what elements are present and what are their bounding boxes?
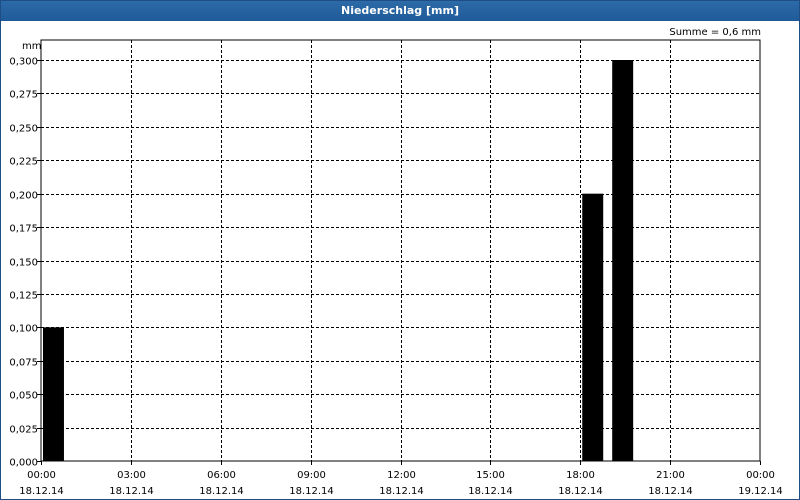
y-tick-label: 0,075 (9, 358, 38, 369)
y-tick-label: 0,150 (9, 258, 38, 269)
x-tick-time-label: 15:00 (476, 470, 505, 481)
x-tick-date-label: 18.12.14 (558, 486, 603, 497)
y-tick-label: 0,275 (9, 90, 38, 101)
x-tick-time-label: 12:00 (387, 470, 416, 481)
precipitation-chart: 0,000 0,025 0,050 0,075 0,100 0,125 0,150 0,175… (9, 39, 783, 497)
x-tick-date-label: 19.12.14 (738, 486, 783, 497)
y-tick-label: 0,300 (9, 57, 38, 68)
x-tick-date-label: 18.12.14 (199, 486, 244, 497)
y-tick-label: 0,025 (9, 425, 38, 436)
y-tick-label: 0,250 (9, 124, 38, 135)
y-tick-label: 0,100 (9, 324, 38, 335)
x-tick-date-label: 18.12.14 (289, 486, 334, 497)
x-tick-time-label: 18:00 (566, 470, 595, 481)
x-tick-date-label: 18.12.14 (379, 486, 424, 497)
y-tick-label: 0,225 (9, 157, 38, 168)
precipitation-bar (43, 327, 64, 461)
x-tick-time-label: 00:00 (746, 470, 775, 481)
y-tick-label: 0,000 (9, 458, 38, 469)
x-tick-time-label: 03:00 (117, 470, 146, 481)
x-tick-date-label: 18.12.14 (109, 486, 154, 497)
x-tick-date-label: 18.12.14 (648, 486, 693, 497)
y-axis-label: mm (22, 41, 41, 52)
precipitation-bar (582, 193, 604, 461)
x-tick-time-label: 09:00 (297, 470, 326, 481)
x-tick-time-label: 00:00 (27, 470, 56, 481)
precipitation-bar (612, 60, 634, 461)
y-tick-label: 0,125 (9, 291, 38, 302)
plot-frame (40, 39, 761, 462)
x-tick-date-label: 18.12.14 (19, 486, 64, 497)
y-tick-label: 0,175 (9, 224, 38, 235)
x-tick-time-label: 06:00 (207, 470, 236, 481)
x-tick-time-label: 21:00 (656, 470, 685, 481)
y-tick-label: 0,200 (9, 191, 38, 202)
y-tick-label: 0,050 (9, 391, 38, 402)
x-tick-date-label: 18.12.14 (468, 486, 513, 497)
